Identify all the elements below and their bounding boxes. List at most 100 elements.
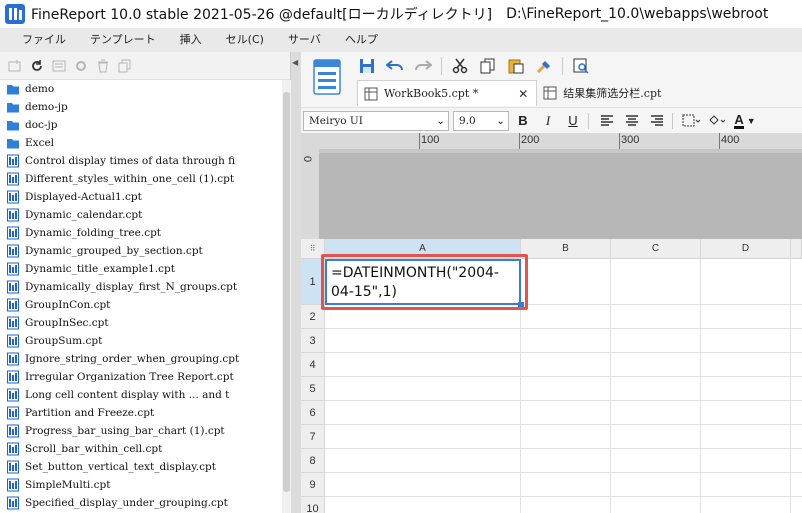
menu-cell[interactable]: セル(C) <box>214 28 276 52</box>
file-item[interactable]: GroupSum.cpt <box>0 332 282 350</box>
align-center-icon[interactable] <box>621 111 643 131</box>
close-tab-icon[interactable]: ✕ <box>518 87 528 101</box>
cpt-file-icon <box>7 496 19 510</box>
file-item[interactable]: Long cell content display with ... and t <box>0 386 282 404</box>
row-header-10[interactable]: 10 <box>301 497 325 513</box>
folder-item[interactable]: demo-jp <box>0 98 282 116</box>
row-header-9[interactable]: 9 <box>301 473 325 497</box>
tab-workbook5[interactable]: WorkBook5.cpt * ✕ <box>357 80 538 106</box>
ruler-label: 300 <box>621 134 640 146</box>
new-folder-icon[interactable] <box>6 57 24 75</box>
file-item[interactable]: Dynamic_title_example1.cpt <box>0 260 282 278</box>
row-header-8[interactable]: 8 <box>301 449 325 473</box>
file-label: Dynamic_title_example1.cpt <box>25 263 175 275</box>
file-item[interactable]: Different_styles_within_one_cell (1).cpt <box>0 170 282 188</box>
redo-icon[interactable] <box>413 56 433 76</box>
designer-area: WorkBook5.cpt * ✕ 结果集筛选分栏.cpt Meiryo UI … <box>301 52 802 513</box>
refresh-icon[interactable] <box>28 57 46 75</box>
tab-result-filter[interactable]: 结果集筛选分栏.cpt <box>537 80 669 106</box>
undo-icon[interactable] <box>385 56 405 76</box>
ruler-label: 100 <box>421 134 440 146</box>
explorer-scrollbar-thumb[interactable] <box>283 92 290 492</box>
annotation-highlight-box <box>321 254 528 310</box>
file-item[interactable]: Control display times of data through fi <box>0 152 282 170</box>
column-header-next[interactable] <box>791 239 802 259</box>
file-item[interactable]: Ignore_string_order_when_grouping.cpt <box>0 350 282 368</box>
grid-row-line <box>325 448 802 449</box>
row-header-5[interactable]: 5 <box>301 377 325 401</box>
border-icon[interactable] <box>680 111 702 131</box>
file-item[interactable]: GroupInCon.cpt <box>0 296 282 314</box>
folder-label: doc-jp <box>25 119 58 131</box>
copy-doc-icon[interactable] <box>478 56 498 76</box>
toolbar-separator <box>588 112 589 129</box>
explorer-scrollbar[interactable] <box>282 80 291 513</box>
explorer-toolbar <box>0 52 290 80</box>
paste-icon[interactable] <box>506 56 526 76</box>
column-header-b[interactable]: B <box>521 239 611 259</box>
file-item[interactable]: Irregular Organization Tree Report.cpt <box>0 368 282 386</box>
file-item[interactable]: Dynamic_folding_tree.cpt <box>0 224 282 242</box>
collapse-left-icon[interactable]: ◀ <box>292 58 298 67</box>
cpt-file-icon <box>7 406 19 420</box>
file-item[interactable]: SimpleMulti.cpt <box>0 476 282 494</box>
save-icon[interactable] <box>357 56 377 76</box>
font-family-select[interactable]: Meiryo UI ⌄ <box>303 110 449 131</box>
menu-insert[interactable]: 挿入 <box>168 28 214 52</box>
file-label: Different_styles_within_one_cell (1).cpt <box>25 173 235 185</box>
font-color-label: A <box>734 111 744 129</box>
menu-server[interactable]: サーバ <box>276 28 333 52</box>
file-item[interactable]: Partition and Freeze.cpt <box>0 404 282 422</box>
file-item[interactable]: Specified_display_under_grouping.cpt <box>0 494 282 512</box>
underline-button[interactable]: U <box>562 111 584 131</box>
file-label: Dynamically_display_first_N_groups.cpt <box>25 281 238 293</box>
document-tabs: WorkBook5.cpt * ✕ 结果集筛选分栏.cpt <box>357 80 669 106</box>
align-left-icon[interactable] <box>596 111 618 131</box>
folder-item[interactable]: demo <box>0 80 282 98</box>
preview-icon[interactable] <box>571 56 591 76</box>
grid-row-line <box>325 352 802 353</box>
file-item[interactable]: Dynamic_grouped_by_section.cpt <box>0 242 282 260</box>
vertical-ruler-label: 0 <box>301 155 314 163</box>
chevron-down-icon: ⌄ <box>436 114 445 127</box>
column-header-d[interactable]: D <box>701 239 791 259</box>
menu-help[interactable]: ヘルプ <box>333 28 390 52</box>
fill-color-icon[interactable] <box>705 111 727 131</box>
grid-column-line <box>610 259 611 513</box>
file-item[interactable]: Set_button_vertical_text_display.cpt <box>0 458 282 476</box>
file-item[interactable]: Dynamic_calendar.cpt <box>0 206 282 224</box>
open-template-icon[interactable] <box>50 57 68 75</box>
menu-file[interactable]: ファイル <box>10 28 78 52</box>
grid-row-line <box>325 472 802 473</box>
delete-icon[interactable] <box>94 57 112 75</box>
file-item[interactable]: Scroll_bar_within_cell.cpt <box>0 440 282 458</box>
font-color-button[interactable]: A ▼ <box>730 111 760 131</box>
format-painter-icon[interactable] <box>534 56 554 76</box>
row-header-6[interactable]: 6 <box>301 401 325 425</box>
file-item[interactable]: GroupInSec.cpt <box>0 314 282 332</box>
file-item[interactable]: Displayed-Actual1.cpt <box>0 188 282 206</box>
grid-row-line <box>325 496 802 497</box>
row-header-7[interactable]: 7 <box>301 425 325 449</box>
folder-label: Excel <box>25 137 55 149</box>
folder-item[interactable]: Excel <box>0 134 282 152</box>
row-header-4[interactable]: 4 <box>301 353 325 377</box>
template-icon[interactable] <box>313 58 341 96</box>
grid-row-line <box>325 400 802 401</box>
settings-icon[interactable] <box>72 57 90 75</box>
column-header-c[interactable]: C <box>611 239 701 259</box>
file-label: Dynamic_grouped_by_section.cpt <box>25 245 203 257</box>
copy-icon[interactable] <box>116 57 134 75</box>
panel-splitter[interactable]: ◀ <box>291 52 301 513</box>
align-right-icon[interactable] <box>646 111 668 131</box>
file-item[interactable]: Progress_bar_using_bar_chart (1).cpt <box>0 422 282 440</box>
bold-button[interactable]: B <box>512 111 534 131</box>
menu-template[interactable]: テンプレート <box>78 28 168 52</box>
row-header-3[interactable]: 3 <box>301 329 325 353</box>
folder-item[interactable]: doc-jp <box>0 116 282 134</box>
font-size-select[interactable]: 9.0 ⌄ <box>453 110 509 131</box>
cut-icon[interactable] <box>450 56 470 76</box>
italic-button[interactable]: I <box>537 111 559 131</box>
ruler-tick <box>619 133 620 149</box>
file-item[interactable]: Dynamically_display_first_N_groups.cpt <box>0 278 282 296</box>
